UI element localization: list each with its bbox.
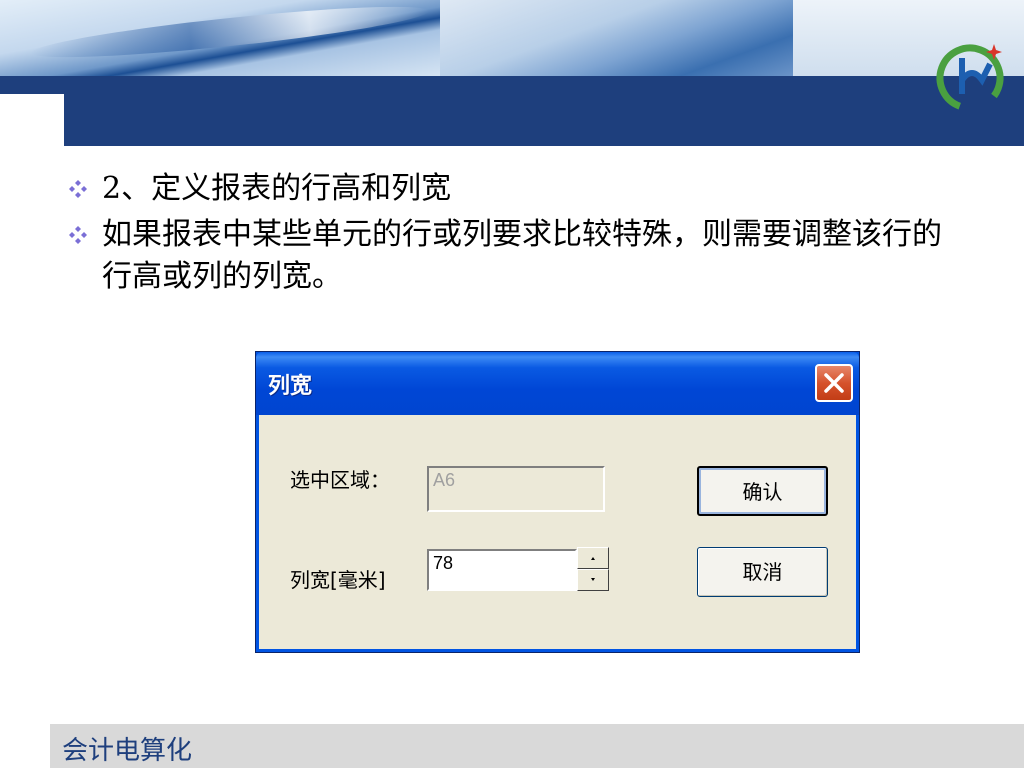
footer-title: 会计电算化 [62,736,193,766]
dialog-titlebar[interactable]: 列宽 [256,352,859,415]
bullet-item: 2、定义报表的行高和列宽 [62,168,962,210]
spin-up-button[interactable] [577,547,609,569]
arrow-up-icon [591,557,595,560]
close-button[interactable] [815,364,853,402]
ok-button[interactable]: 确认 [697,466,828,516]
width-input[interactable]: 78 [427,549,577,591]
footer-bar: 会计电算化 [50,724,1024,768]
width-label: 列宽[毫米] [290,568,386,592]
width-spinner [577,547,609,591]
arrow-down-icon [591,578,595,581]
cancel-button[interactable]: 取消 [697,547,828,597]
bullet-list: 2、定义报表的行高和列宽 如果报表中某些单元的行或列要求比较特殊，则需要调整该行… [62,168,962,302]
logo-icon [932,36,1012,116]
header-title-band [64,94,1024,146]
header-banner-image [0,0,1024,76]
dialog-title: 列宽 [268,374,313,399]
diamond-bullet-icon [64,168,94,210]
selection-field: A6 [427,466,605,512]
close-icon [824,373,844,393]
dialog-body [262,415,853,646]
bullet-text: 如果报表中某些单元的行或列要求比较特殊，则需要调整该行的行高或列的列宽。 [102,217,942,294]
bullet-item: 如果报表中某些单元的行或列要求比较特殊，则需要调整该行的行高或列的列宽。 [62,214,962,298]
header-photo-left [0,0,440,76]
bullet-text: 2、定义报表的行高和列宽 [102,171,452,206]
diamond-bullet-icon [64,214,94,256]
spin-down-button[interactable] [577,569,609,591]
selection-label: 选中区域： [290,468,390,492]
header-photo-middle [440,0,1024,76]
header-bar [0,76,1024,94]
